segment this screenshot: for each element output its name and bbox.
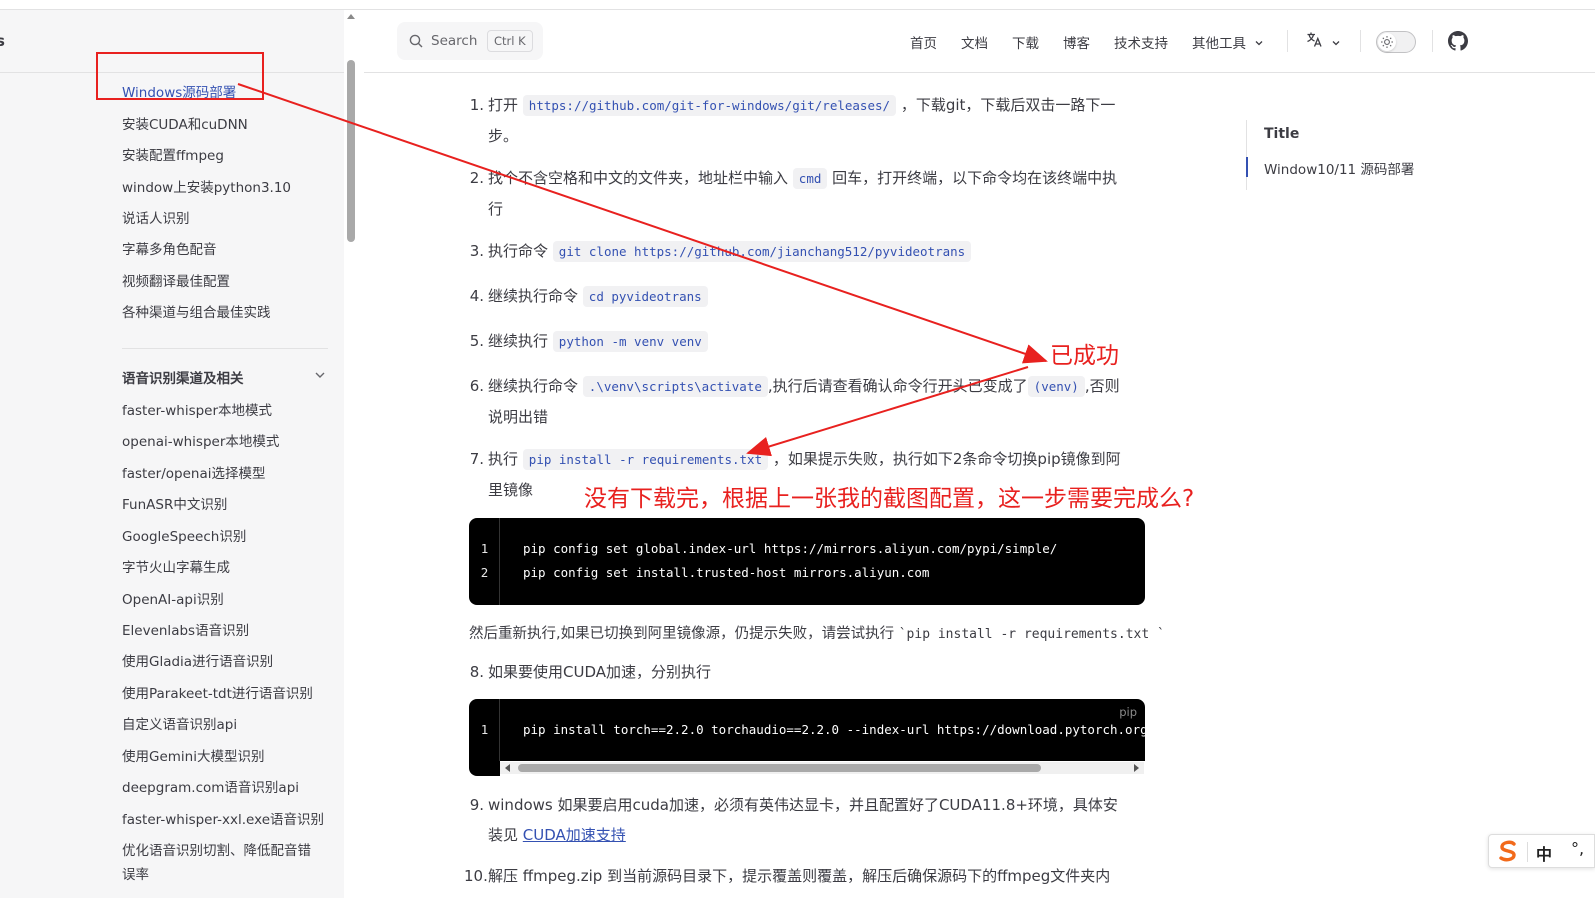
- ime-toolbar[interactable]: 中 °,: [1488, 834, 1595, 868]
- annotation-arrows: [237, 83, 1048, 457]
- sogou-logo-icon[interactable]: [1497, 839, 1519, 863]
- ime-divider: [1527, 842, 1528, 862]
- annotation-arrow-success: [237, 83, 1048, 364]
- annotation-arrow-pip: [746, 366, 1029, 457]
- ime-punctuation[interactable]: °,: [1571, 839, 1584, 858]
- annotation-question-text: 没有下载完，根据上一张我的截图配置，这一步需要完成么?: [584, 486, 1195, 512]
- ime-mode-chinese[interactable]: 中: [1536, 841, 1552, 865]
- annotation-success-text: 已成功: [1050, 343, 1119, 369]
